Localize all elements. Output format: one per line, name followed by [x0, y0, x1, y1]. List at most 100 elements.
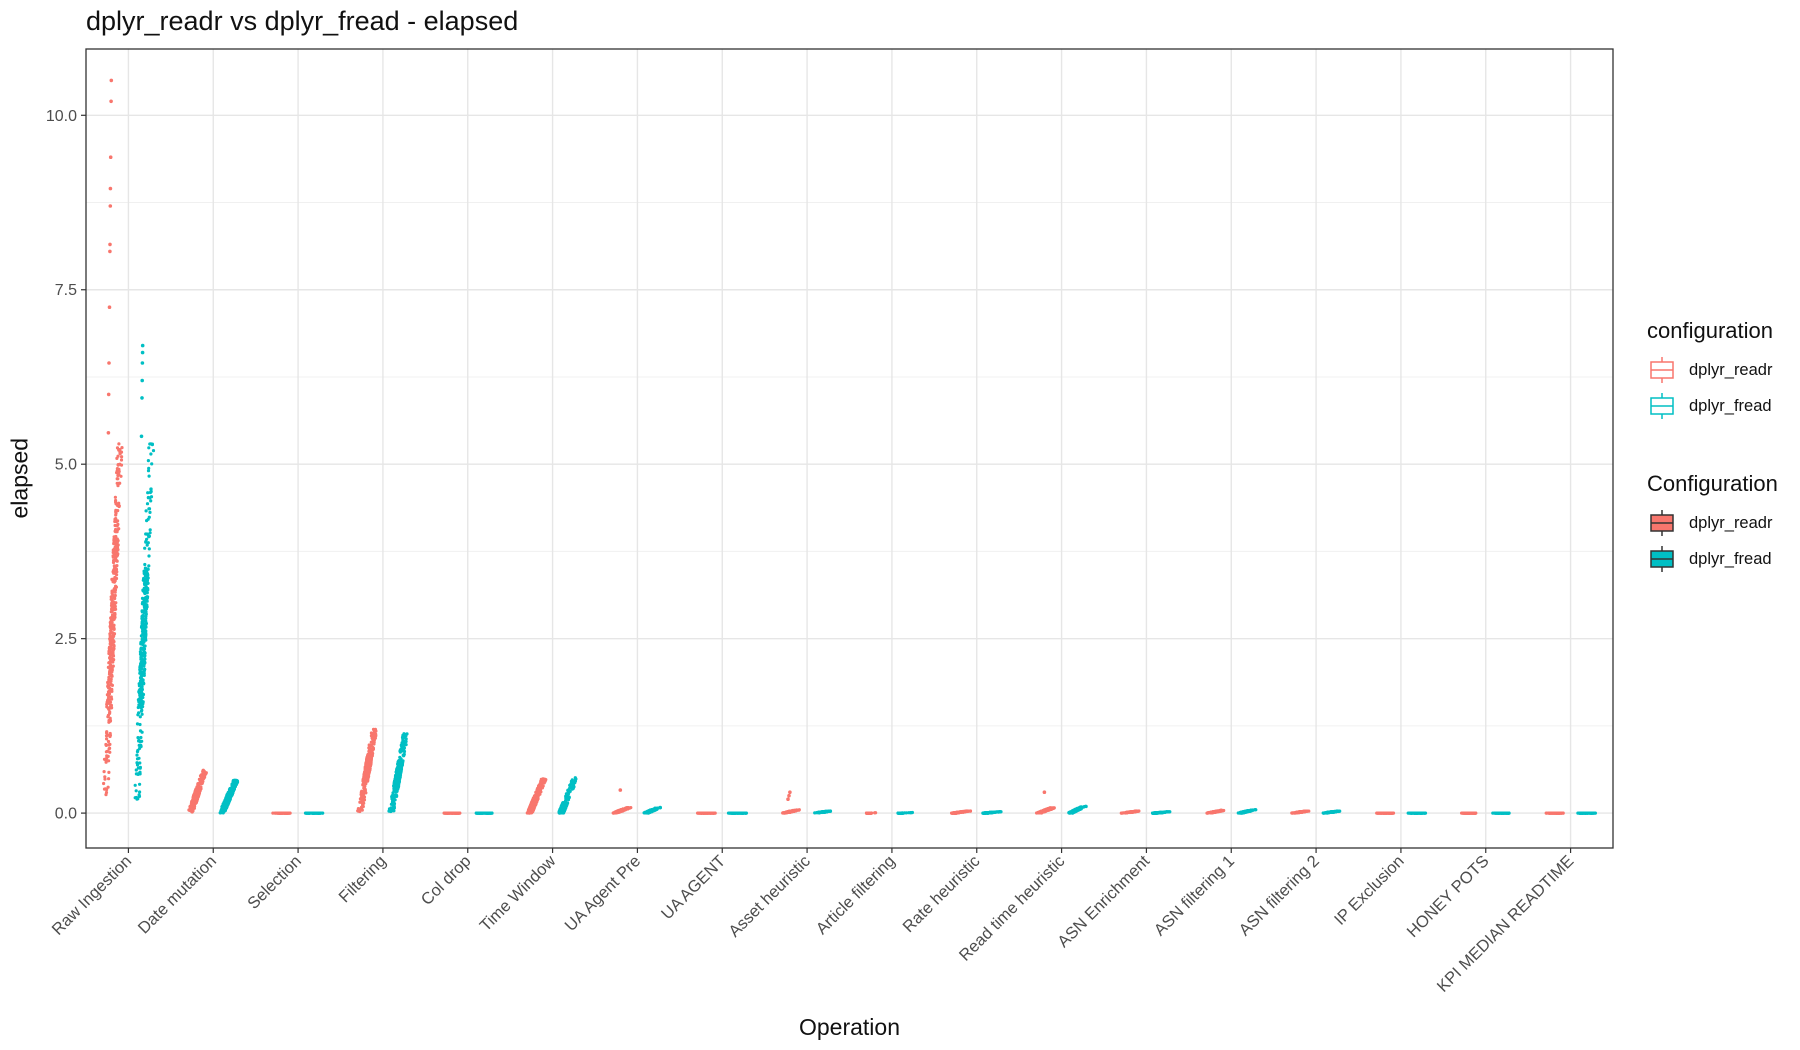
data-point: [108, 742, 112, 747]
data-point: [960, 810, 964, 814]
outlier-point: [108, 186, 113, 191]
data-point: [395, 789, 399, 793]
data-point: [107, 684, 111, 689]
data-point: [117, 469, 121, 474]
point-group: [557, 776, 578, 815]
data-point: [107, 733, 111, 737]
data-point: [114, 500, 118, 504]
data-point: [120, 455, 124, 459]
data-point: [538, 782, 542, 786]
data-point: [138, 790, 142, 794]
data-point: [140, 712, 144, 716]
data-point: [1464, 811, 1468, 815]
data-point: [475, 811, 479, 815]
point-group: [525, 777, 548, 815]
data-point: [142, 611, 146, 615]
data-point: [404, 734, 408, 738]
data-point: [110, 697, 114, 701]
data-point: [107, 649, 111, 654]
outlier-point: [108, 242, 112, 247]
data-point: [147, 507, 151, 511]
data-point: [145, 502, 150, 506]
data-point: [138, 729, 143, 733]
data-point: [111, 631, 115, 635]
data-point: [310, 811, 315, 815]
data-point: [139, 642, 143, 646]
point-group: [187, 768, 208, 814]
data-point: [360, 795, 364, 800]
data-point: [141, 600, 145, 604]
data-point: [367, 746, 371, 750]
data-point: [370, 754, 374, 758]
point-group: [442, 811, 462, 815]
data-point: [396, 774, 400, 778]
data-point: [113, 603, 117, 608]
data-point: [528, 810, 533, 815]
data-point: [365, 762, 369, 766]
data-point: [112, 647, 116, 651]
data-point: [136, 766, 140, 770]
outlier-point: [109, 99, 113, 104]
outlier-point: [140, 343, 145, 348]
data-point: [135, 763, 140, 767]
data-point: [110, 590, 114, 595]
data-point: [106, 706, 111, 711]
data-point: [148, 496, 152, 500]
data-point: [361, 799, 365, 803]
data-point: [390, 794, 394, 798]
data-point: [144, 540, 148, 544]
point-group: [133, 343, 156, 801]
data-point: [709, 811, 713, 815]
point-group: [303, 811, 325, 815]
data-point: [107, 689, 111, 693]
data-point: [391, 791, 395, 795]
data-point: [114, 545, 118, 549]
data-point: [194, 792, 198, 796]
data-point: [536, 791, 540, 795]
data-point: [117, 527, 121, 531]
data-point: [189, 805, 193, 809]
data-point: [704, 811, 708, 815]
data-point: [951, 811, 955, 815]
data-point: [102, 787, 107, 791]
data-point: [358, 807, 362, 811]
data-point: [785, 810, 789, 814]
data-point: [1047, 807, 1051, 811]
data-point: [401, 737, 405, 741]
data-point: [114, 584, 118, 588]
data-point: [117, 472, 121, 477]
data-point: [445, 811, 449, 815]
data-point: [145, 543, 149, 547]
data-point: [404, 739, 408, 744]
data-point: [147, 515, 151, 519]
data-point: [148, 510, 152, 514]
data-point: [107, 646, 111, 650]
data-point: [964, 809, 968, 813]
data-point: [362, 777, 367, 781]
data-point: [142, 654, 147, 659]
data-point: [136, 772, 140, 776]
data-point: [396, 778, 400, 783]
data-point: [371, 746, 375, 750]
data-point: [106, 739, 111, 744]
data-point: [278, 811, 282, 815]
data-point: [119, 458, 124, 462]
data-point: [135, 750, 140, 754]
data-point: [112, 627, 116, 632]
data-point: [138, 696, 142, 700]
data-point: [1037, 811, 1042, 815]
data-point: [271, 811, 275, 815]
data-point: [112, 615, 116, 619]
data-point: [143, 566, 147, 570]
data-point: [142, 661, 146, 665]
data-point: [111, 638, 115, 642]
data-point: [1292, 811, 1296, 815]
outlier-point: [140, 361, 145, 365]
data-point: [314, 811, 318, 815]
data-point: [788, 809, 792, 813]
data-point: [306, 811, 310, 815]
data-point: [361, 790, 365, 794]
outlier-point: [106, 431, 111, 435]
data-point: [782, 811, 786, 815]
data-point: [147, 564, 151, 568]
